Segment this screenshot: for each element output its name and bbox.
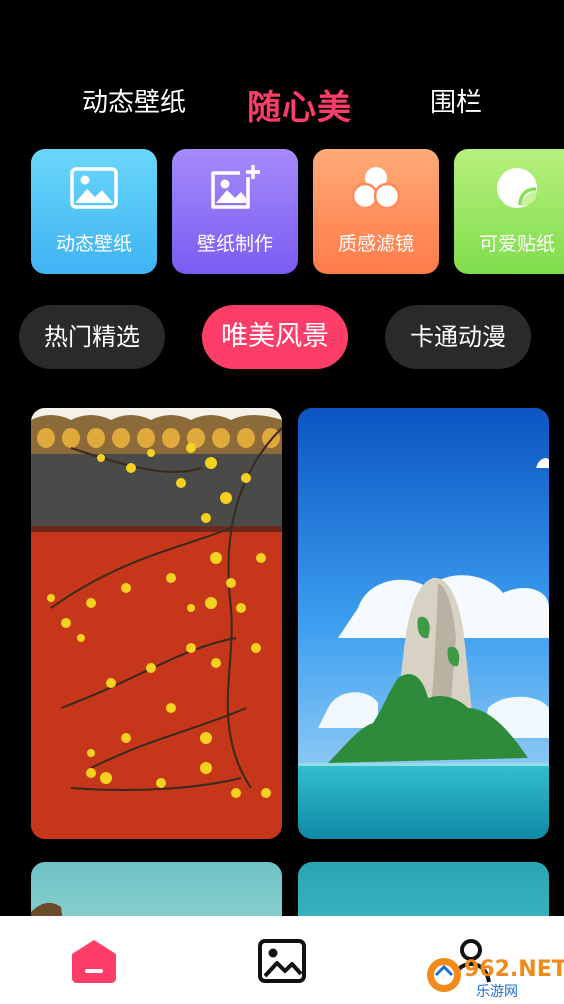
tab-suixinmei[interactable]: 随心美 [247, 80, 352, 129]
tab-fence[interactable]: 围栏 [430, 82, 482, 119]
category-card-wallpaper-make[interactable]: 壁纸制作 [172, 149, 298, 274]
wallpaper-card-island[interactable] [298, 408, 549, 839]
nav-gallery[interactable] [257, 936, 307, 986]
watermark-subtext: 乐游网 [476, 984, 518, 1000]
watermark-logo-icon [427, 958, 461, 992]
image-icon [70, 167, 118, 209]
wallpaper-card-wintersweet[interactable] [31, 408, 282, 839]
sticker-icon [497, 168, 537, 208]
watermark-text: 962.NET [464, 957, 564, 982]
category-label: 质感滤镜 [337, 233, 414, 255]
category-cards: 动态壁纸 壁纸制作 质感滤镜 可爱贴纸 [31, 149, 564, 274]
chip-scenery[interactable]: 唯美风景 [202, 305, 348, 369]
category-card-dynamic-wallpaper[interactable]: 动态壁纸 [31, 149, 157, 274]
home-icon [72, 940, 116, 983]
category-label: 壁纸制作 [196, 233, 273, 255]
tab-dynamic-wallpaper[interactable]: 动态壁纸 [82, 82, 186, 119]
category-card-filter[interactable]: 质感滤镜 [313, 149, 439, 274]
watermark-962: 962.NET 乐游网 [424, 955, 564, 1000]
category-label: 可爱贴纸 [478, 233, 555, 255]
gallery-icon [258, 939, 306, 983]
top-tab-bar: 动态壁纸 随心美 围栏 [0, 0, 564, 140]
chip-hot-picks[interactable]: 热门精选 [19, 305, 165, 369]
filter-circles-icon [351, 167, 401, 210]
chip-cartoon[interactable]: 卡通动漫 [385, 305, 531, 369]
nav-home[interactable] [69, 936, 119, 986]
category-card-sticker[interactable]: 可爱贴纸 [454, 149, 564, 274]
category-label: 动态壁纸 [55, 233, 132, 255]
image-add-icon [211, 165, 260, 209]
